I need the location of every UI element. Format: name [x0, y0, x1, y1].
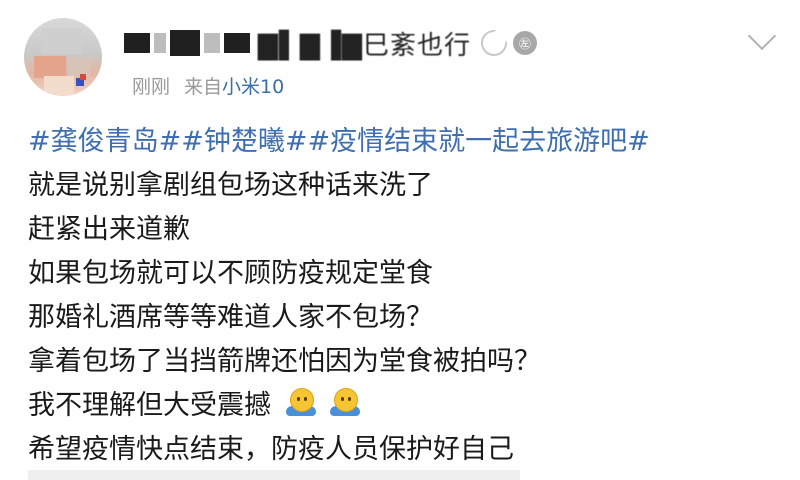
post-time: 刚刚: [132, 76, 171, 98]
post-source: 来自 小米10: [184, 72, 284, 99]
mosaic-block: [124, 33, 150, 53]
post-line: 拿着包场了当挡箭牌还怕因为堂食被拍吗？: [28, 346, 541, 377]
mosaic-block: [204, 33, 220, 53]
post-line: 如果包场就可以不顾防疫规定堂食: [28, 258, 433, 289]
bottom-divider: [28, 470, 520, 480]
shrug-emoji-icon: [285, 388, 316, 418]
shrug-emoji-icon: [330, 388, 361, 418]
post-line: 我不理解但大受震撼: [28, 390, 271, 421]
mosaic-block: [154, 33, 166, 53]
author-name[interactable]: ▇▌▇▐▇巳紊也行: [258, 25, 471, 62]
medal-badge-icon[interactable]: ㊧: [512, 31, 537, 55]
post-body: #龚俊青岛##钟楚曦##疫情结束就一起去旅游吧# 就是说别拿剧组包场这种话来洗了…: [28, 120, 788, 472]
avatar[interactable]: [24, 18, 102, 96]
mosaic-block: [224, 33, 250, 53]
moon-badge-icon[interactable]: [480, 30, 507, 56]
mosaic-block: [170, 30, 200, 56]
post-line: 赶紧出来道歉: [28, 214, 190, 245]
post-meta: 刚刚 来自 小米10: [132, 72, 284, 99]
hashtag-line[interactable]: #龚俊青岛##钟楚曦##疫情结束就一起去旅游吧#: [28, 120, 788, 164]
source-device-link[interactable]: 小米10: [222, 72, 284, 99]
source-prefix: 来自: [184, 76, 223, 98]
chevron-down-icon[interactable]: [747, 21, 777, 51]
post-line: 那婚礼酒席等等难道人家不包场？: [28, 302, 433, 333]
post-line-with-emoji: 我不理解但大受震撼: [28, 384, 788, 428]
author-name-row[interactable]: ▇▌▇▐▇巳紊也行 ㊧: [124, 24, 537, 62]
post-line: 希望疫情快点结束，防疫人员保护好自己: [28, 434, 514, 465]
post-line: 就是说别拿剧组包场这种话来洗了: [28, 170, 433, 201]
